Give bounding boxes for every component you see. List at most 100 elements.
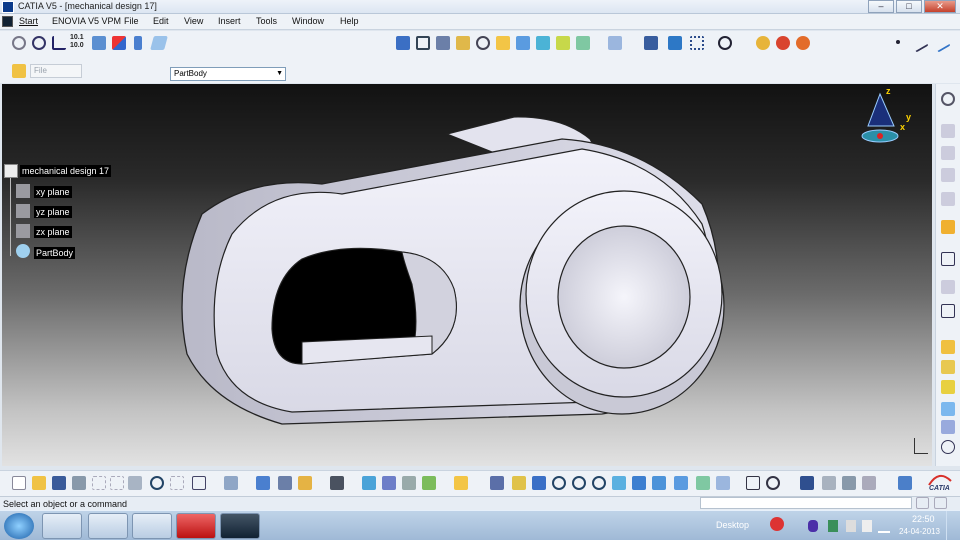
- view-frame-icon[interactable]: [416, 36, 430, 50]
- swap-visible-icon[interactable]: [716, 476, 730, 490]
- show-desktop-button[interactable]: [946, 511, 960, 540]
- menu-help[interactable]: Help: [340, 16, 359, 26]
- product-icon[interactable]: [796, 36, 810, 50]
- zoom-out-icon[interactable]: [592, 476, 606, 490]
- menu-file[interactable]: File: [124, 16, 139, 26]
- hole-icon[interactable]: [941, 402, 955, 416]
- multiview-icon[interactable]: [516, 36, 530, 50]
- line-icon[interactable]: [909, 33, 929, 53]
- tray-app2-icon[interactable]: [828, 520, 838, 532]
- windows-start-orb-icon[interactable]: [4, 513, 34, 539]
- shading-icon[interactable]: [556, 36, 570, 50]
- minimize-button[interactable]: –: [868, 0, 894, 13]
- sketch-icon[interactable]: [941, 252, 955, 266]
- comment-icon[interactable]: [766, 476, 780, 490]
- copy-icon[interactable]: [110, 476, 124, 490]
- plane-zx-icon[interactable]: [16, 224, 30, 238]
- fly-icon[interactable]: [454, 476, 468, 490]
- iso-cube-icon[interactable]: [652, 476, 666, 490]
- constraint-icon[interactable]: [112, 36, 126, 50]
- apply-material-icon[interactable]: [382, 476, 396, 490]
- swap-space-icon[interactable]: [608, 36, 622, 50]
- analysis-icon[interactable]: [842, 476, 856, 490]
- pan-icon[interactable]: [436, 36, 450, 50]
- menu-tools[interactable]: Tools: [256, 16, 277, 26]
- view-cube-icon[interactable]: [632, 476, 646, 490]
- select-arrow-icon[interactable]: [941, 220, 955, 234]
- taskbar-catia-icon[interactable]: [220, 513, 260, 539]
- tool-icon-2[interactable]: [941, 146, 955, 160]
- reference-icon[interactable]: [862, 476, 876, 490]
- help-icon[interactable]: [192, 476, 206, 490]
- tool-icon-4[interactable]: [941, 192, 955, 206]
- cut-icon[interactable]: [92, 476, 106, 490]
- iso-view-icon[interactable]: [536, 36, 550, 50]
- texture-icon[interactable]: [422, 476, 436, 490]
- open-file-icon[interactable]: [32, 476, 46, 490]
- render-icon[interactable]: [402, 476, 416, 490]
- plane-icon[interactable]: [150, 36, 168, 50]
- redo-icon[interactable]: [170, 476, 184, 490]
- partbody-gear-icon[interactable]: [16, 244, 30, 258]
- shading-edges-icon[interactable]: [674, 476, 688, 490]
- command-input[interactable]: [700, 497, 912, 509]
- zoom-icon[interactable]: [476, 36, 490, 50]
- shaft-icon[interactable]: [941, 380, 955, 394]
- file-select[interactable]: File: [30, 64, 82, 78]
- partbody-select[interactable]: PartBody ▼: [170, 67, 286, 81]
- new-file-icon[interactable]: [12, 476, 26, 490]
- layer-icon[interactable]: [134, 36, 142, 50]
- tree-item-xy-plane[interactable]: xy plane: [34, 186, 72, 198]
- maximize-button[interactable]: □: [896, 0, 922, 13]
- tool-icon-1[interactable]: [941, 124, 955, 138]
- rib-icon[interactable]: [941, 420, 955, 434]
- gear-icon[interactable]: [941, 92, 955, 106]
- clock-time[interactable]: 22:50: [912, 514, 935, 524]
- assembly-icon[interactable]: [776, 36, 790, 50]
- swap-icon[interactable]: [12, 36, 26, 50]
- save-icon[interactable]: [52, 476, 66, 490]
- command-button-1[interactable]: [916, 497, 929, 509]
- move-icon[interactable]: [532, 476, 546, 490]
- plane-yz-icon[interactable]: [16, 204, 30, 218]
- tool-icon-6[interactable]: [941, 304, 955, 318]
- clock-date[interactable]: 24-04-2013: [899, 527, 940, 536]
- taskbar-firefox-icon[interactable]: [132, 513, 172, 539]
- taskbar-explorer-icon[interactable]: [42, 513, 82, 539]
- formula-icon[interactable]: [298, 476, 312, 490]
- view-fit-icon[interactable]: [396, 36, 410, 50]
- tool-icon-5[interactable]: [941, 280, 955, 294]
- snap-icon[interactable]: [718, 36, 732, 50]
- tree-item-partbody[interactable]: PartBody: [34, 247, 76, 259]
- rotate-view-icon[interactable]: [552, 476, 566, 490]
- table-icon[interactable]: [800, 476, 814, 490]
- pan-tool-icon[interactable]: [512, 476, 526, 490]
- menu-window[interactable]: Window: [292, 16, 324, 26]
- open-folder-icon[interactable]: [12, 64, 26, 78]
- tree-item-yz-plane[interactable]: yz plane: [34, 206, 72, 218]
- taskbar-acrobat-icon[interactable]: [176, 513, 216, 539]
- tool-icon-3[interactable]: [941, 168, 955, 182]
- normal-view-tool-icon[interactable]: [612, 476, 626, 490]
- tray-app-icon[interactable]: [808, 520, 818, 532]
- globe-icon[interactable]: [32, 36, 46, 50]
- close-button[interactable]: ✕: [924, 0, 956, 13]
- menu-edit[interactable]: Edit: [153, 16, 169, 26]
- menu-enovia[interactable]: ENOVIA V5 VPM: [52, 16, 121, 26]
- tray-volume-icon[interactable]: [862, 520, 872, 532]
- catia-app-icon[interactable]: [2, 1, 14, 13]
- catalog-icon[interactable]: [822, 476, 836, 490]
- tree-root[interactable]: mechanical design 17: [20, 165, 112, 177]
- plane-xy-icon[interactable]: [16, 184, 30, 198]
- part-document-icon[interactable]: [4, 164, 18, 178]
- pad-icon[interactable]: [941, 340, 955, 354]
- paste-icon[interactable]: [128, 476, 142, 490]
- rotate-icon[interactable]: [456, 36, 470, 50]
- print-icon[interactable]: [72, 476, 86, 490]
- hide-icon[interactable]: [696, 476, 710, 490]
- undo-icon[interactable]: [150, 476, 164, 490]
- menu-view[interactable]: View: [184, 16, 203, 26]
- taskbar-ie-icon[interactable]: [88, 513, 128, 539]
- tray-usb-icon[interactable]: [846, 520, 856, 532]
- start-icon[interactable]: [2, 16, 13, 27]
